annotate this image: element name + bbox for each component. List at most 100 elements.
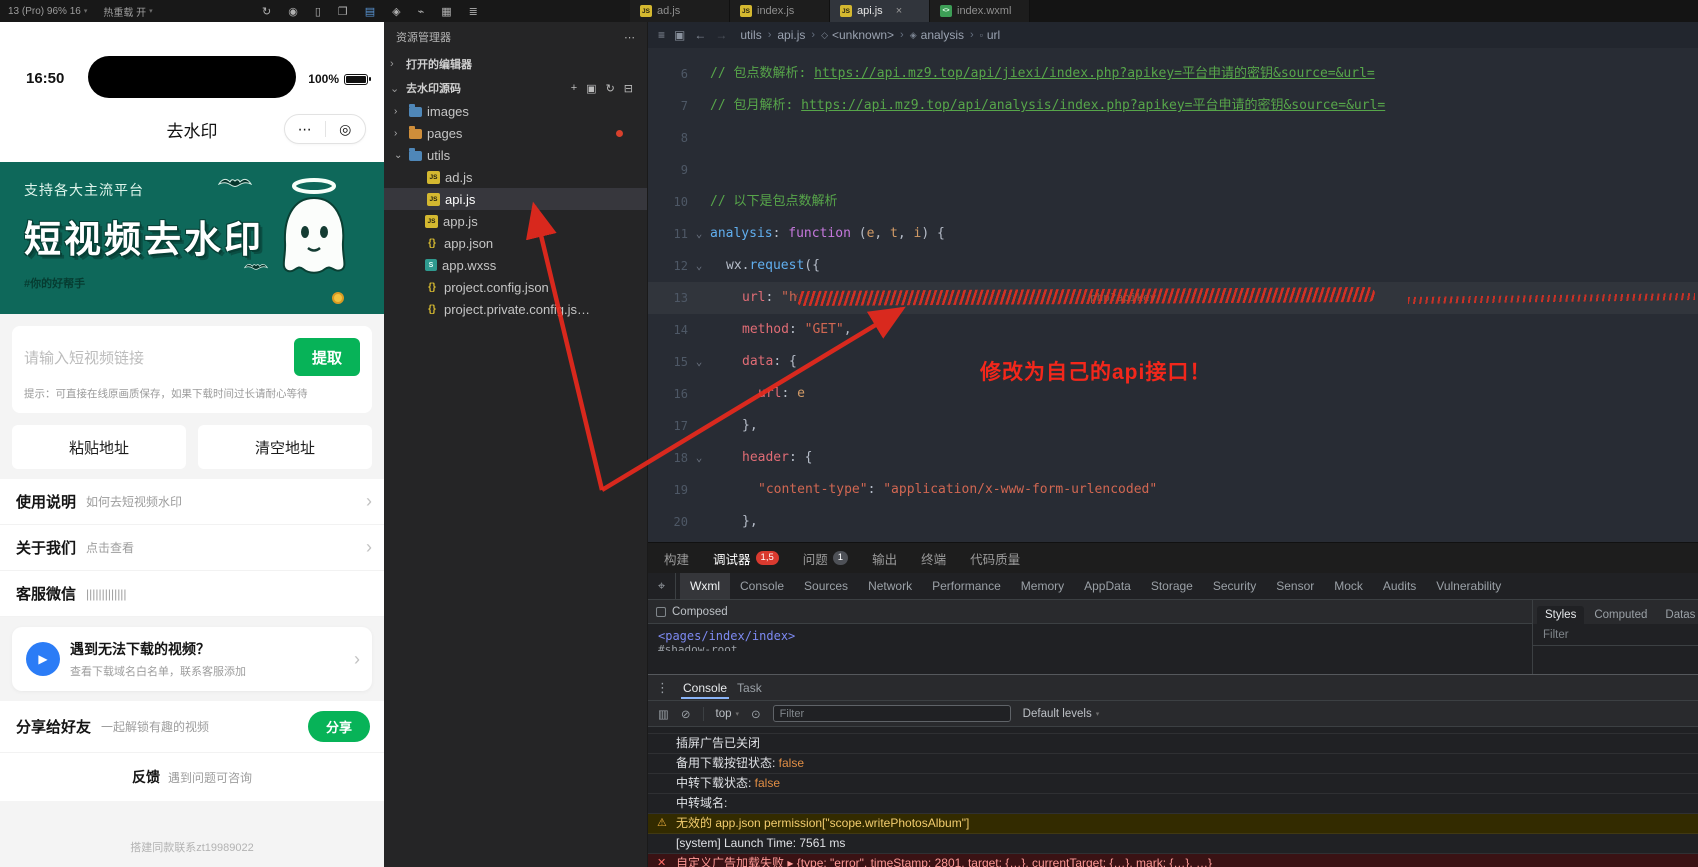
devtools-tab-Audits[interactable]: Audits xyxy=(1373,573,1426,599)
miniprogram-capsule[interactable]: ⋯ ◎ xyxy=(284,114,366,144)
drawer-tab-Task[interactable]: Task xyxy=(735,677,764,699)
devtools-tab-Wxml[interactable]: Wxml xyxy=(680,573,730,599)
code-line-8[interactable]: 8 xyxy=(648,122,1698,154)
devtools-tab-AppData[interactable]: AppData xyxy=(1074,573,1141,599)
styles-filter-input[interactable]: Filter xyxy=(1533,624,1698,646)
element-tree[interactable]: <pages/index/index> #shadow-root xyxy=(648,624,1532,674)
devtools-tab-Network[interactable]: Network xyxy=(858,573,922,599)
split-editor-icon[interactable]: ❐ xyxy=(338,5,348,18)
tree-item-app.wxss[interactable]: Sapp.wxss xyxy=(384,254,647,276)
log-levels-selector[interactable]: Default levels ▾ xyxy=(1023,708,1100,720)
tree-item-app.json[interactable]: {} app.json xyxy=(384,232,647,254)
dock-icon[interactable]: ▥ xyxy=(658,707,669,721)
drawer-tab-Console[interactable]: Console xyxy=(681,677,729,699)
exit-icon[interactable]: ◎ xyxy=(326,115,366,143)
tree-item-project.private.config.js[interactable]: {} project.private.config.js… xyxy=(384,298,647,320)
devtools-tab-Mock[interactable]: Mock xyxy=(1324,573,1373,599)
device-selector[interactable]: 13 (Pro) 96% 16 ▾ xyxy=(8,6,87,17)
code-line-13[interactable]: 13url: "hphp?apikey xyxy=(648,282,1698,314)
code-line-10[interactable]: 10// 以下是包点数解析 xyxy=(648,186,1698,218)
list-item-关于我们[interactable]: 关于我们 点击查看 › xyxy=(0,525,384,571)
extract-button[interactable]: 提取 xyxy=(294,338,360,376)
code-line-17[interactable]: 17}, xyxy=(648,410,1698,442)
panel-tab-输出[interactable]: 输出 xyxy=(872,549,897,568)
code-line-14[interactable]: 14 method: "GET", xyxy=(648,314,1698,346)
breadcrumb-item[interactable]: utils xyxy=(740,28,761,42)
tree-item-utils[interactable]: ⌄ utils xyxy=(384,144,647,166)
code-line-7[interactable]: 7// 包月解析: https://api.mz9.top/api/analys… xyxy=(648,90,1698,122)
code-line-19[interactable]: 19 "content-type": "application/x-www-for… xyxy=(648,474,1698,506)
console-filter-input[interactable] xyxy=(772,705,1011,722)
inspect-icon[interactable]: ⌖ xyxy=(648,573,676,599)
panel-tab-终端[interactable]: 终端 xyxy=(921,549,946,568)
fold-icon[interactable]: ⌄ xyxy=(688,218,710,250)
file-tab-index.js[interactable]: JS index.js xyxy=(730,0,830,22)
breadcrumb-item[interactable]: api.js xyxy=(777,28,805,42)
dom-tag[interactable]: <pages/index/index> xyxy=(658,629,1522,643)
clear-address-button[interactable]: 清空地址 xyxy=(198,425,372,469)
breadcrumb-item[interactable]: ◈ analysis xyxy=(910,28,964,42)
more-icon[interactable]: ⋯ xyxy=(285,115,325,143)
back-icon[interactable]: ← xyxy=(694,28,706,42)
composed-checkbox[interactable] xyxy=(656,606,666,617)
refresh-icon[interactable]: ↻ xyxy=(262,5,271,18)
close-tab-icon[interactable]: × xyxy=(896,5,902,17)
new-folder-icon[interactable]: ▣ xyxy=(586,82,596,95)
eye-icon[interactable]: ⊙ xyxy=(751,707,761,721)
devtools-tab-Security[interactable]: Security xyxy=(1203,573,1266,599)
tree-item-images[interactable]: › images xyxy=(384,100,647,122)
search-icon[interactable]: ◈ xyxy=(392,5,400,18)
fold-icon[interactable]: ⌄ xyxy=(688,442,710,474)
code-line-20[interactable]: 20}, xyxy=(648,506,1698,538)
project-root-section[interactable]: ⌄ 去水印源码 + ▣ ↻ ⊟ xyxy=(384,76,647,100)
code-line-11[interactable]: 11 ⌄ analysis: function (e, t, i) { xyxy=(648,218,1698,250)
panel-tab-构建[interactable]: 构建 xyxy=(664,549,689,568)
styles-tab-Computed[interactable]: Computed xyxy=(1586,606,1655,624)
panel-tab-调试器[interactable]: 调试器 1,5 xyxy=(713,549,779,568)
devtools-tab-Sources[interactable]: Sources xyxy=(794,573,858,599)
code-line-12[interactable]: 12 ⌄ wx.request({ xyxy=(648,250,1698,282)
new-file-icon[interactable]: + xyxy=(571,82,577,95)
list-icon[interactable]: ≡ xyxy=(658,28,665,42)
feedback-row[interactable]: 反馈 遇到问题可咨询 xyxy=(0,753,384,801)
compile-icon[interactable]: ▤ xyxy=(365,5,375,18)
code-line-9[interactable]: 9 xyxy=(648,154,1698,186)
styles-tab-Styles[interactable]: Styles xyxy=(1537,606,1585,624)
hot-reload-toggle[interactable]: 热重载 开 ▾ xyxy=(103,4,152,19)
menu-icon[interactable]: ≣ xyxy=(469,5,478,18)
file-tab-api.js[interactable]: JS api.js × xyxy=(830,0,930,22)
file-tab-ad.js[interactable]: JS ad.js xyxy=(630,0,730,22)
open-editors-section[interactable]: › 打开的编辑器 xyxy=(384,52,647,76)
fold-icon[interactable]: ⌄ xyxy=(688,250,710,282)
help-card[interactable]: ▶ 遇到无法下载的视频？ 查看下载域名白名单，联系客服添加 › xyxy=(12,627,372,691)
paste-address-button[interactable]: 粘贴地址 xyxy=(12,425,186,469)
panel-tab-问题[interactable]: 问题 1 xyxy=(803,549,849,568)
devtools-tab-Console[interactable]: Console xyxy=(730,573,794,599)
code-editor[interactable]: // 包月解析: https://api.mz9.top/api/analysi… xyxy=(648,48,1698,542)
code-line-partial[interactable]: // 包月解析: https://api.mz9.top/api/analysi… xyxy=(648,48,1698,58)
devtools-tab-Performance[interactable]: Performance xyxy=(922,573,1011,599)
tree-item-project.config.json[interactable]: {} project.config.json xyxy=(384,276,647,298)
code-line-6[interactable]: 6// 包点数解析: https://api.mz9.top/api/jiexi… xyxy=(648,58,1698,90)
code-line-18[interactable]: 18 ⌄ header: { xyxy=(648,442,1698,474)
tree-item-app.js[interactable]: JS app.js xyxy=(384,210,647,232)
devtools-tab-Sensor[interactable]: Sensor xyxy=(1266,573,1324,599)
forward-icon[interactable]: → xyxy=(715,28,727,42)
devtools-tab-Vulnerability[interactable]: Vulnerability xyxy=(1426,573,1511,599)
breadcrumb-item[interactable]: ▫ url xyxy=(980,28,1001,42)
more-icon[interactable]: ⋯ xyxy=(624,31,635,44)
device-icon[interactable]: ▯ xyxy=(315,5,321,18)
panel-tab-代码质量[interactable]: 代码质量 xyxy=(970,549,1020,568)
tree-item-pages[interactable]: › pages xyxy=(384,122,647,144)
fold-icon[interactable]: ⌄ xyxy=(688,346,710,378)
context-selector[interactable]: top ▾ xyxy=(716,708,740,720)
refresh-icon[interactable]: ↻ xyxy=(606,82,615,95)
clear-console-icon[interactable]: ⊘ xyxy=(681,707,691,721)
list-item-使用说明[interactable]: 使用说明 如何去短视频水印 › xyxy=(0,479,384,525)
file-tab-index.wxml[interactable]: <> index.wxml xyxy=(930,0,1030,22)
devtools-tab-Storage[interactable]: Storage xyxy=(1141,573,1203,599)
list-item-客服微信[interactable]: 客服微信 ||||||||||||| xyxy=(0,571,384,617)
tree-item-api.js[interactable]: JS api.js xyxy=(384,188,647,210)
record-icon[interactable]: ◉ xyxy=(288,5,298,18)
bookmark-icon[interactable]: ▣ xyxy=(674,28,685,42)
